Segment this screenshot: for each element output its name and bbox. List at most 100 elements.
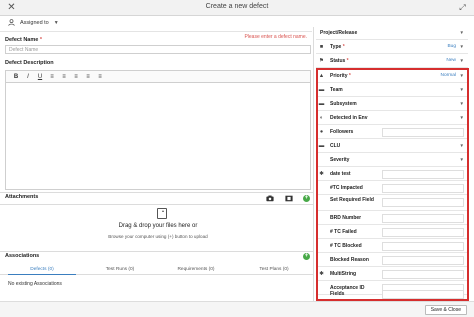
clu-label: CLU (330, 143, 341, 149)
defect-properties-panel: Project/Release ▼ ■ Type * Bug ▼ ⚑ Statu… (314, 27, 470, 301)
detected-in-env-label: Detected in Env (330, 115, 368, 121)
flag-icon: ⚑ (319, 58, 324, 64)
tab-test-plans[interactable]: Test Plans (0) (240, 265, 308, 275)
tc-failed-row: # TC Failed (316, 226, 468, 239)
attachments-label: Attachments (5, 194, 39, 200)
clu-row[interactable]: ▬ CLU ▼ (316, 140, 468, 153)
priority-row[interactable]: ▲ Priority * Normal ▼ (316, 70, 468, 83)
followers-row: ● Followers (316, 126, 468, 139)
associations-label: Associations (5, 253, 40, 259)
brd-number-input[interactable] (382, 214, 464, 223)
multistring-input[interactable] (382, 270, 464, 279)
video-icon[interactable] (285, 195, 293, 204)
tc-blocked-row: # TC Blocked (316, 240, 468, 253)
no-associations-text: No existing Associations (8, 281, 62, 287)
severity-row[interactable]: Severity ▼ (316, 154, 468, 167)
project-release-row[interactable]: Project/Release ▼ (316, 27, 468, 40)
tc-failed-input[interactable] (382, 228, 464, 237)
bullet-list-button[interactable]: ≡ (46, 74, 58, 80)
brd-number-row: BRD Number (316, 212, 468, 225)
set-required-field-input[interactable] (382, 198, 464, 207)
half-circle-icon: ◐ (319, 115, 324, 121)
bookmark-icon: ■ (319, 44, 324, 50)
followers-input[interactable] (382, 128, 464, 137)
users-icon: ▬ (318, 87, 325, 93)
subsystem-row[interactable]: ▬ Subsystem ▼ (316, 98, 468, 111)
align-left-button[interactable]: ≡ (70, 74, 82, 80)
warning-icon: ▲ (318, 73, 325, 79)
assigned-to-label: Assigned to (20, 20, 49, 26)
tc-blocked-input[interactable] (382, 242, 464, 251)
gear-icon: ✱ (319, 171, 324, 177)
chevron-down-icon: ▼ (459, 73, 464, 78)
caret-down-icon: ▼ (53, 20, 59, 26)
underline-button[interactable]: U (34, 74, 46, 80)
followers-label: Followers (330, 129, 354, 135)
add-attachment-button[interactable]: + (303, 195, 310, 202)
chevron-down-icon: ▼ (459, 143, 464, 148)
tc-impacted-label: #TC Impacted (330, 185, 363, 191)
tab-defects[interactable]: Defects (0) (8, 265, 76, 275)
align-right-button[interactable]: ≡ (94, 74, 106, 80)
dropzone-title: Drag & drop your files here or (118, 223, 198, 229)
multistring-label: MultiString (330, 271, 357, 277)
numbered-list-button[interactable]: ≡ (58, 74, 70, 80)
folder-icon: ▬ (318, 143, 325, 149)
gear-icon: ✱ (319, 271, 324, 277)
tab-requirements[interactable]: Requirements (0) (162, 265, 230, 275)
upload-icon (157, 208, 167, 219)
status-value: New (446, 58, 456, 63)
tc-failed-label: # TC Failed (330, 229, 357, 235)
multistring-row: ✱ MultiString (316, 268, 468, 281)
chevron-down-icon: ▼ (459, 115, 464, 120)
divider (0, 192, 313, 193)
type-label: Type * (330, 44, 345, 50)
blocked-reason-row: Blocked Reason (316, 254, 468, 267)
description-editor[interactable] (5, 82, 311, 190)
team-label: Team (330, 87, 343, 93)
save-close-button[interactable]: Save & Close (424, 305, 467, 315)
bold-button[interactable]: B (10, 74, 22, 80)
file-dropzone[interactable]: Drag & drop your files here or Browse yo… (5, 208, 311, 248)
status-row[interactable]: ⚑ Status * New ▼ (316, 55, 468, 68)
date-test-row: ✱ date test (316, 168, 468, 181)
expand-icon[interactable]: ⤢ (457, 2, 468, 13)
fields-row: Fields (316, 289, 468, 300)
italic-button[interactable]: I (22, 74, 34, 80)
detected-in-env-row[interactable]: ◐ Detected in Env ▼ (316, 112, 468, 125)
window-titlebar: ✕ Create a new defect ⤢ (0, 0, 474, 16)
chevron-down-icon: ▼ (459, 87, 464, 92)
defect-name-input[interactable]: Defect Name (5, 45, 311, 54)
subsystem-label: Subsystem (330, 101, 357, 107)
chevron-down-icon: ▼ (459, 44, 464, 49)
type-row[interactable]: ■ Type * Bug ▼ (316, 41, 468, 54)
dialog-footer: Save & Close (0, 301, 474, 317)
assigned-to-dropdown[interactable]: Assigned to ▼ (8, 17, 59, 29)
align-center-button[interactable]: ≡ (82, 74, 94, 80)
blocked-reason-input[interactable] (382, 256, 464, 265)
chevron-down-icon: ▼ (459, 30, 464, 35)
date-test-input[interactable] (382, 170, 464, 179)
tc-impacted-row: #TC Impacted (316, 182, 468, 195)
set-required-field-label: Set Required Field (330, 197, 374, 203)
chevron-down-icon: ▼ (459, 58, 464, 63)
fields-label: Fields (330, 291, 345, 297)
associations-tabs: Defects (0) Test Runs (0) Requirements (… (0, 265, 313, 275)
date-test-label: date test (330, 171, 351, 177)
priority-label: Priority * (330, 73, 351, 79)
tc-blocked-label: # TC Blocked (330, 243, 362, 249)
team-row[interactable]: ▬ Team ▼ (316, 84, 468, 97)
editor-toolbar: B I U ≡ ≡ ≡ ≡ ≡ (5, 70, 311, 82)
type-value: Bug (447, 44, 456, 49)
description-label: Defect Description (5, 60, 54, 66)
divider (0, 204, 313, 205)
folder-icon: ▬ (318, 101, 325, 107)
people-icon: ● (319, 129, 324, 135)
window-title: Create a new defect (205, 3, 269, 10)
defect-form: Defect Name * Please enter a defect name… (0, 32, 313, 287)
fields-input[interactable] (382, 290, 464, 299)
tab-test-runs[interactable]: Test Runs (0) (86, 265, 154, 275)
camera-icon[interactable] (266, 195, 274, 204)
add-association-button[interactable]: + (303, 253, 310, 260)
tc-impacted-input[interactable] (382, 184, 464, 193)
